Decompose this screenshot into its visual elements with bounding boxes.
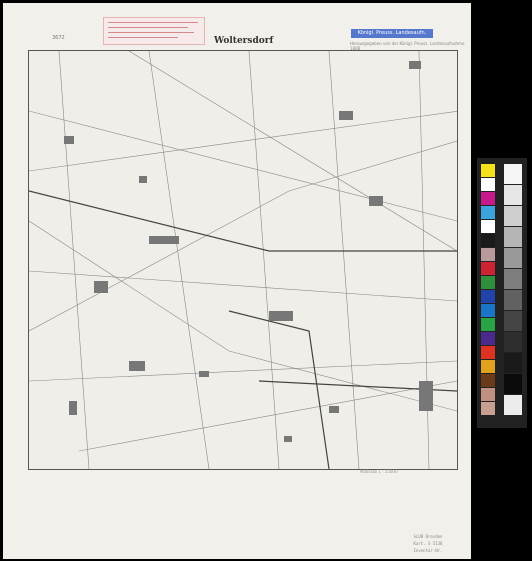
archive-line: SLUB Dresden xyxy=(413,534,443,539)
color-patch xyxy=(481,234,495,247)
grey-patch xyxy=(504,290,522,310)
sheet-number: 3672 xyxy=(52,35,65,41)
map-title: Woltersdorf xyxy=(214,36,274,46)
grey-patch xyxy=(504,206,522,226)
color-patch xyxy=(481,332,495,345)
grey-patch xyxy=(504,332,522,352)
archive-stamp: SLUB Dresden Kart. S 5138 Inventar-Nr. xyxy=(400,533,456,558)
color-patch xyxy=(481,192,495,205)
color-patch xyxy=(481,290,495,303)
color-patch xyxy=(481,346,495,359)
grey-patch xyxy=(504,395,522,415)
map-drawing xyxy=(29,51,457,469)
color-patch xyxy=(481,360,495,373)
grey-patch xyxy=(504,227,522,247)
color-patch xyxy=(481,402,495,415)
color-patch xyxy=(481,220,495,233)
archive-line: Kart. S 5138 xyxy=(413,541,443,546)
color-patch xyxy=(481,304,495,317)
color-patch xyxy=(481,206,495,219)
color-patch xyxy=(481,318,495,331)
color-patch xyxy=(481,248,495,261)
grey-patch xyxy=(504,311,522,331)
color-patch xyxy=(481,374,495,387)
map-frame xyxy=(28,50,458,470)
grey-patch xyxy=(504,353,522,373)
archive-line: Inventar-Nr. xyxy=(413,548,443,553)
grey-patch xyxy=(504,269,522,289)
map-sheet: 3672 Woltersdorf Königl. Preuss. Landesa… xyxy=(3,3,471,559)
scale-text: Maßstab 1 : 25000 xyxy=(360,469,398,474)
grey-patch xyxy=(504,185,522,205)
label-strip: Königl. Preuss. Landesaufn. xyxy=(351,29,433,38)
color-patch xyxy=(481,262,495,275)
color-patch xyxy=(481,178,495,191)
grey-patch xyxy=(504,164,522,184)
color-patch xyxy=(481,164,495,177)
color-calibration-bar xyxy=(477,158,527,428)
red-stamp xyxy=(103,17,205,45)
grey-patch xyxy=(504,374,522,394)
color-patch xyxy=(481,276,495,289)
grey-patch xyxy=(504,248,522,268)
color-patch xyxy=(481,388,495,401)
